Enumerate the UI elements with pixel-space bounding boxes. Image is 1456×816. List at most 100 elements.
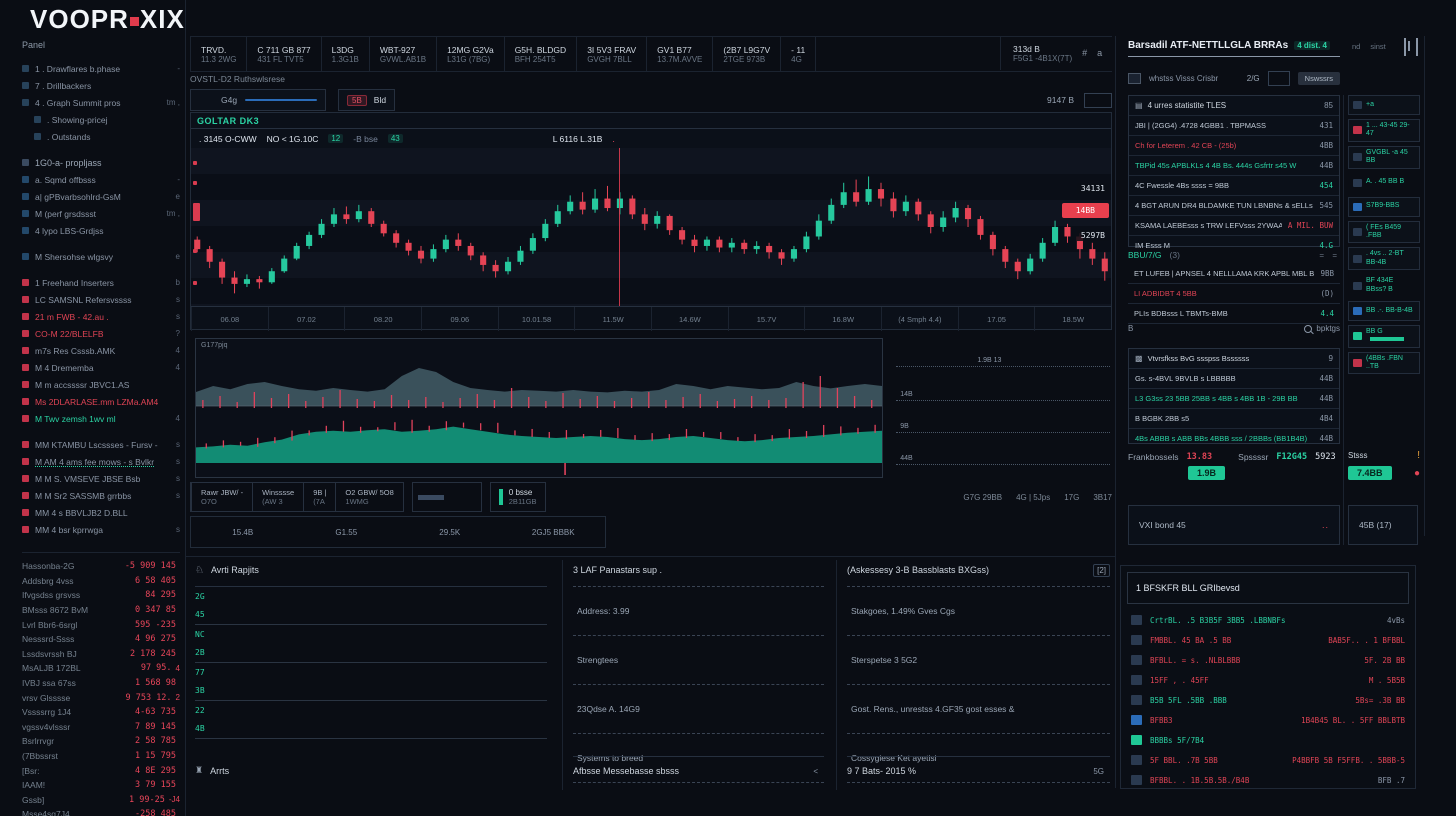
feed-row[interactable]: CrtrBL. .5 B3B5F 3BB5 .LBBNBFs 4vBs — [1121, 610, 1415, 630]
sidebar-item[interactable]: 1 Freehand Inserters b — [22, 274, 180, 291]
sidebar-item[interactable]: . Showing-pricej — [22, 111, 180, 128]
buy-toggle[interactable]: 5B Bld — [338, 89, 395, 111]
stat-cell[interactable]: L3DG 1.3G1B — [321, 37, 369, 71]
order-row[interactable]: TBPid 45s APBLKLs 4 4B Bs. 444s Gsfrtr s… — [1129, 156, 1339, 176]
sidebar-item[interactable]: m7s Res Csssb.AMK 4 — [22, 342, 180, 359]
toolbar-stat[interactable]: O2 GBW/ 5O8 1WMG — [335, 483, 402, 511]
toolbar-right-stat[interactable]: 4G | 5Jps — [1016, 493, 1050, 502]
volume-panel[interactable]: G177pjq — [195, 338, 883, 478]
watchlist-row[interactable]: BMsss 8672 BvM 0 347 85 — [22, 603, 180, 618]
sidebar-item[interactable]: MM 4 bsr kprrwga s — [22, 521, 180, 538]
feed-row[interactable]: FMBBL. 45 BA .5 BB BAB5F.. . 1 BFBBL — [1121, 630, 1415, 650]
stat-cell[interactable]: C 711 GB 877 431 FL TVT5 — [246, 37, 320, 71]
feed-row[interactable]: 15FF , . 45FF M . 5B5B — [1121, 670, 1415, 690]
sidebar-item[interactable]: CO-M 22/BLELFB ? — [22, 325, 180, 342]
order-row[interactable]: JBI | (2GG4) .4728 4GBB1 . TBPMASS 431 — [1129, 116, 1339, 136]
watchlist-row[interactable]: Msse4sg7J4 -258 485 — [22, 807, 180, 816]
signal-card[interactable]: (4BBs .FBN ..TB — [1348, 352, 1420, 375]
confirm-buy-button[interactable]: 7.4BB — [1348, 466, 1392, 480]
sidebar-item[interactable]: 21 m FWB - 42.au . s — [22, 308, 180, 325]
sidebar-item[interactable]: 7 . Drillbackers — [22, 77, 180, 94]
feed-row[interactable]: BFBBL. . 1B.5B.5B./B4B BFB .7 — [1121, 770, 1415, 790]
timeframe-tab[interactable]: 29.5K — [398, 517, 502, 547]
order-row[interactable]: PLIs BDBsss L TBMTs-BMB 4.4 — [1128, 304, 1340, 324]
signal-card[interactable]: GVGBL -a 45 BB — [1348, 146, 1420, 169]
sidebar-item[interactable]: 4 . Graph Summit pros tm , — [22, 94, 180, 111]
scrollbar-handle-icon[interactable] — [1404, 38, 1418, 56]
interval-slider[interactable]: G4g — [190, 89, 326, 111]
level-row[interactable]: 77 — [195, 663, 547, 682]
signal-card[interactable]: . 4vs .. 2-BT BB-4B — [1348, 247, 1420, 270]
order-row[interactable]: Gs. s-4BVL 9BVLB s LBBBBB 44B — [1129, 369, 1339, 389]
x-axis-tick[interactable]: 07.02 — [268, 307, 345, 331]
x-axis-tick[interactable]: 15.7V — [728, 307, 805, 331]
sidebar-item[interactable]: Ms 2DLARLASE.mm LZMa.AM4 — [22, 393, 180, 410]
stat-cell[interactable]: - 11 4G — [780, 37, 816, 71]
feed-row[interactable]: 5F BBL. .7B 5BB P4BBFB 5B F5FFB. . 5BBB-… — [1121, 750, 1415, 770]
search-control[interactable]: bpktgs — [1304, 324, 1340, 333]
order-row[interactable]: B BGBK 2BB s5 4B4 — [1129, 409, 1339, 429]
timeframe-tab[interactable]: 2GJ5 BBBK — [502, 517, 606, 547]
stat-cell[interactable]: WBT-927 GVWL.AB1B — [369, 37, 436, 71]
x-axis-tick[interactable]: 10.01.58 — [498, 307, 575, 331]
list-item[interactable]: Sterspetse 3 5G2 — [847, 636, 1110, 685]
x-axis-tick[interactable]: 08.20 — [344, 307, 421, 331]
sidebar-item[interactable]: M (perf grsdssst tm , — [22, 205, 180, 222]
x-axis-tick[interactable]: 06.08 — [191, 307, 268, 331]
watchlist-row[interactable]: Vssssrrg 1J4 4-63 735 — [22, 705, 180, 720]
chevron-left-icon[interactable]: < — [813, 767, 824, 776]
sidebar-item[interactable]: M AM 4 ams fee mows - s Bvlkr s — [22, 453, 180, 470]
toolbar-right-stat[interactable]: G7G 29BB — [963, 493, 1002, 502]
zero-bars-indicator[interactable]: 0 bsse 2B11GB — [490, 482, 546, 512]
toolbar-progress[interactable] — [412, 482, 482, 512]
newsstand-button[interactable]: Nswssrs — [1298, 72, 1340, 85]
mini-range-box[interactable] — [1084, 93, 1112, 108]
sidebar-item[interactable]: M m accssssr JBVC1.AS — [22, 376, 180, 393]
timeframe-tab[interactable]: 15.4B — [191, 517, 295, 547]
watchlist-row[interactable]: Hassonba-2G -5 909 145 — [22, 559, 180, 574]
order-row[interactable]: L3 G3ss 23 5BB 25BB s 4BB s 4BB 1B - 29B… — [1129, 389, 1339, 409]
stat-cell[interactable]: GV1 B77 13.7M.AVVE — [646, 37, 712, 71]
sidebar-item[interactable]: 1 . Drawflares b.phase - — [22, 60, 180, 77]
order-book-2-icon[interactable]: 9 — [1329, 354, 1333, 363]
x-axis-tick[interactable]: 14.6W — [651, 307, 728, 331]
watchlist-row[interactable]: Nesssrd-Ssss 4 96 275 — [22, 632, 180, 647]
watchlist-row[interactable]: [Bsr: 4 8E 295 — [22, 763, 180, 778]
level-row[interactable]: 3B — [195, 682, 547, 702]
list-item[interactable]: Stakgoes, 1.49% Gves Cgs — [847, 587, 1110, 636]
list-item[interactable]: Gost. Rens., unrestss 4.GF35 gost esses … — [847, 685, 1110, 734]
book-subheader-label[interactable]: BBU/7/G — [1128, 250, 1162, 260]
panastars-footer[interactable]: Afbsse Messebasse sbsss — [573, 766, 679, 776]
legend-badge[interactable]: 12 — [328, 134, 343, 143]
watchlist-row[interactable]: vrsv Glsssse 9 753 12. 2 — [22, 690, 180, 705]
signal-card[interactable]: A. . 45 BB B — [1348, 173, 1420, 193]
watchlist-row[interactable]: IAAM! 3 79 155 — [22, 778, 180, 793]
brand-logo[interactable]: VOOPRXIX — [30, 4, 185, 35]
level-row[interactable]: 22 — [195, 701, 547, 720]
order-row[interactable]: Ch for Leterem . 42 CB - (25b) 4BB — [1129, 136, 1339, 156]
sidebar-item[interactable]: M 4 Drememba 4 — [22, 359, 180, 376]
candlestick-plot[interactable]: 3413114BB5297B — [191, 148, 1111, 306]
levels-footer-label[interactable]: Arrts — [210, 766, 229, 776]
count-footer[interactable]: 45B (17) — [1348, 505, 1418, 545]
watchlist-row[interactable]: MsALJB 172BL 97 95. 4 — [22, 661, 180, 676]
sidebar-item[interactable]: . Outstands — [22, 128, 180, 145]
signal-card[interactable]: S7B9-BBS — [1348, 197, 1420, 217]
watchlist-row[interactable]: (7Bbssrst 1 15 795 — [22, 749, 180, 764]
watchlist-row[interactable]: vgssv4vlsssr 7 89 145 — [22, 720, 180, 735]
sidebar-item[interactable]: 4 lypo LBS-Grdjss — [22, 222, 180, 239]
toolbar-stat[interactable]: Rawr JBW/ - O7O — [191, 483, 252, 511]
sidebar-item[interactable]: a| gPBvarbsohlrd-GsM e — [22, 188, 180, 205]
watchlist-row[interactable]: Lssdsvrssh BJ 2 178 245 — [22, 647, 180, 662]
list-item[interactable]: Strengtees — [573, 636, 824, 685]
pin-icon[interactable]: a — [1097, 48, 1102, 58]
stat-cell[interactable]: G5H. BLDGD BFH 254T5 — [504, 37, 577, 71]
sidebar-item[interactable]: M Shersohse wlgsvy e — [22, 248, 180, 265]
x-axis-tick[interactable]: 16.8W — [804, 307, 881, 331]
watchlist-row[interactable]: Ifvgsdss grsvss 84 295 — [22, 588, 180, 603]
legend-badge[interactable]: 43 — [388, 134, 403, 143]
quick-buy-button[interactable]: 1.9B — [1188, 466, 1225, 480]
list-item[interactable]: 23Qdse A. 14G9 — [573, 685, 824, 734]
slider-track[interactable] — [245, 99, 317, 101]
x-axis-tick[interactable]: 17.05 — [958, 307, 1035, 331]
